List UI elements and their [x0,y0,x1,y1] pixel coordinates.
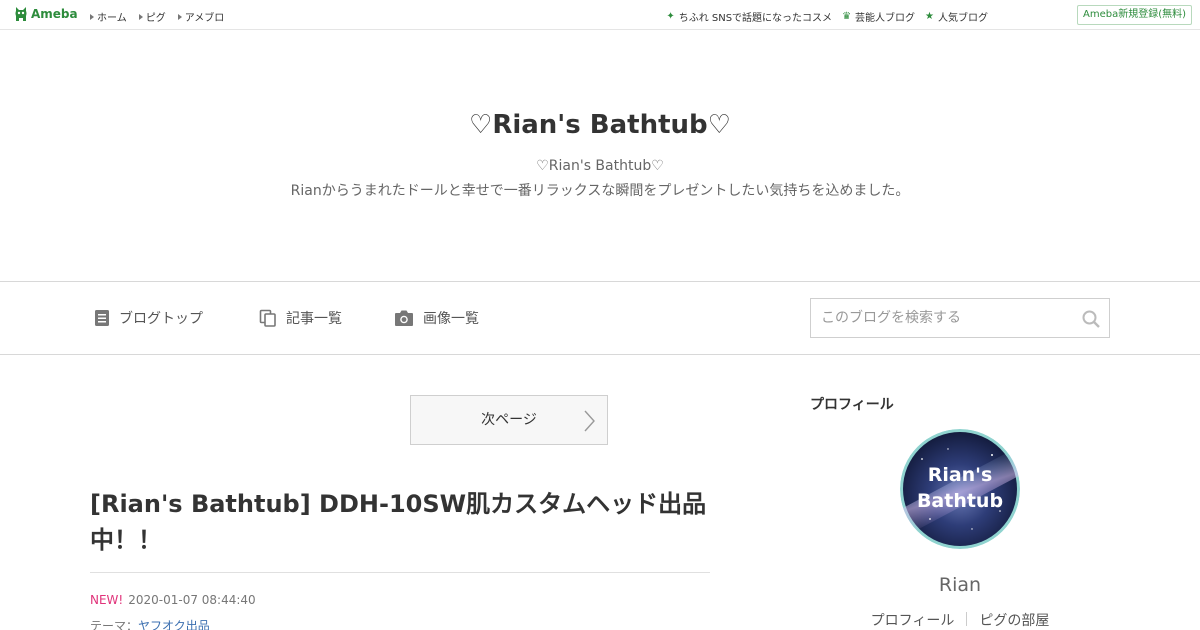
divider [966,612,968,626]
triangle-right-icon [177,13,182,20]
header-link-label: ちふれ SNSで話題になったコスメ [678,13,833,24]
article-title[interactable]: [Rian's Bathtub] DDH-10SW肌カスタムヘッド出品中！！ [90,486,710,558]
global-nav-label: ホーム [97,13,127,24]
next-page-label: 次ページ [481,412,537,428]
nav-label: 記事一覧 [286,311,342,327]
header-link-popular-blogs[interactable]: ★ 人気ブログ [925,9,988,24]
pigg-room-link[interactable]: ピグの部屋 [979,610,1049,630]
article-date: 2020-01-07 08:44:40 [128,593,256,607]
nav-image-list[interactable]: 画像一覧 [394,308,479,328]
nav-article-list[interactable]: 記事一覧 [259,308,342,328]
profile-name[interactable]: Rian [810,574,1110,596]
star-icon: ★ [925,10,934,22]
blog-title[interactable]: ♡Rian's Bathtub♡ [0,110,1200,140]
profile-links: プロフィール ピグの部屋 [810,610,1110,630]
camera-icon [395,310,413,326]
blog-nav: ブログトップ 記事一覧 画像一覧 [0,281,1200,355]
theme-label: テーマ： [90,619,139,630]
copy-icon [259,309,276,327]
triangle-right-icon [138,13,143,20]
nav-label: 画像一覧 [423,311,479,327]
search-input[interactable] [811,299,1061,337]
header-link-chifure[interactable]: ✦ ちふれ SNSで話題になったコスメ [666,9,832,24]
blog-description: Rianからうまれたドールと幸せで一番リラックスな瞬間をプレゼントしたい気持ちを… [290,183,910,199]
theme-link[interactable]: ヤフオク出品 [138,619,210,630]
article-theme: テーマ：ヤフオク出品 [90,617,210,630]
blog-subtitle: ♡Rian's Bathtub♡ [536,158,664,174]
document-icon [95,310,109,326]
global-nav-ameblo[interactable]: アメブロ [177,9,225,24]
global-header: Ameba ホーム ピグ アメブロ ✦ ちふれ SNSで話題になったコスメ ♛ 芸能… [0,0,1200,30]
sparkle-icon: ✦ [666,10,675,22]
global-nav-home[interactable]: ホーム [90,9,127,24]
galaxy-avatar-image: Rian's Bathtub [900,429,1020,549]
nav-blog-top[interactable]: ブログトップ [94,308,203,328]
global-nav-pigg[interactable]: ピグ [138,9,166,24]
ameba-mascot-icon [15,7,27,21]
new-badge: NEW! [90,593,124,607]
profile-heading: プロフィール [810,397,894,413]
global-nav: ホーム ピグ アメブロ [90,9,224,24]
logo-text: Ameba [31,7,78,21]
blog-search [810,298,1110,338]
article-meta: NEW! 2020-01-07 08:44:40 [90,593,256,607]
avatar-text-line2: Bathtub [917,490,1003,512]
header-link-label: 人気ブログ [938,13,988,24]
header-links: ✦ ちふれ SNSで話題になったコスメ ♛ 芸能人ブログ ★ 人気ブログ [666,9,988,24]
profile-link[interactable]: プロフィール [871,610,955,630]
avatar-text-line1: Rian's [928,464,993,486]
header-link-celebrity-blogs[interactable]: ♛ 芸能人ブログ [842,9,915,24]
header-link-label: 芸能人ブログ [855,13,916,24]
global-nav-label: ピグ [145,13,166,24]
next-page-button[interactable]: 次ページ [410,395,608,445]
nav-label: ブログトップ [119,311,203,327]
divider [90,572,710,573]
signup-button[interactable]: Ameba新規登録(無料) [1077,5,1192,25]
chevron-right-icon [584,410,595,432]
crown-icon: ♛ [842,10,852,22]
global-nav-label: アメブロ [184,13,225,24]
avatar[interactable]: Rian's Bathtub [900,429,1020,549]
triangle-right-icon [90,13,94,20]
ameba-logo[interactable]: Ameba [14,6,78,22]
search-icon[interactable] [1081,309,1101,329]
